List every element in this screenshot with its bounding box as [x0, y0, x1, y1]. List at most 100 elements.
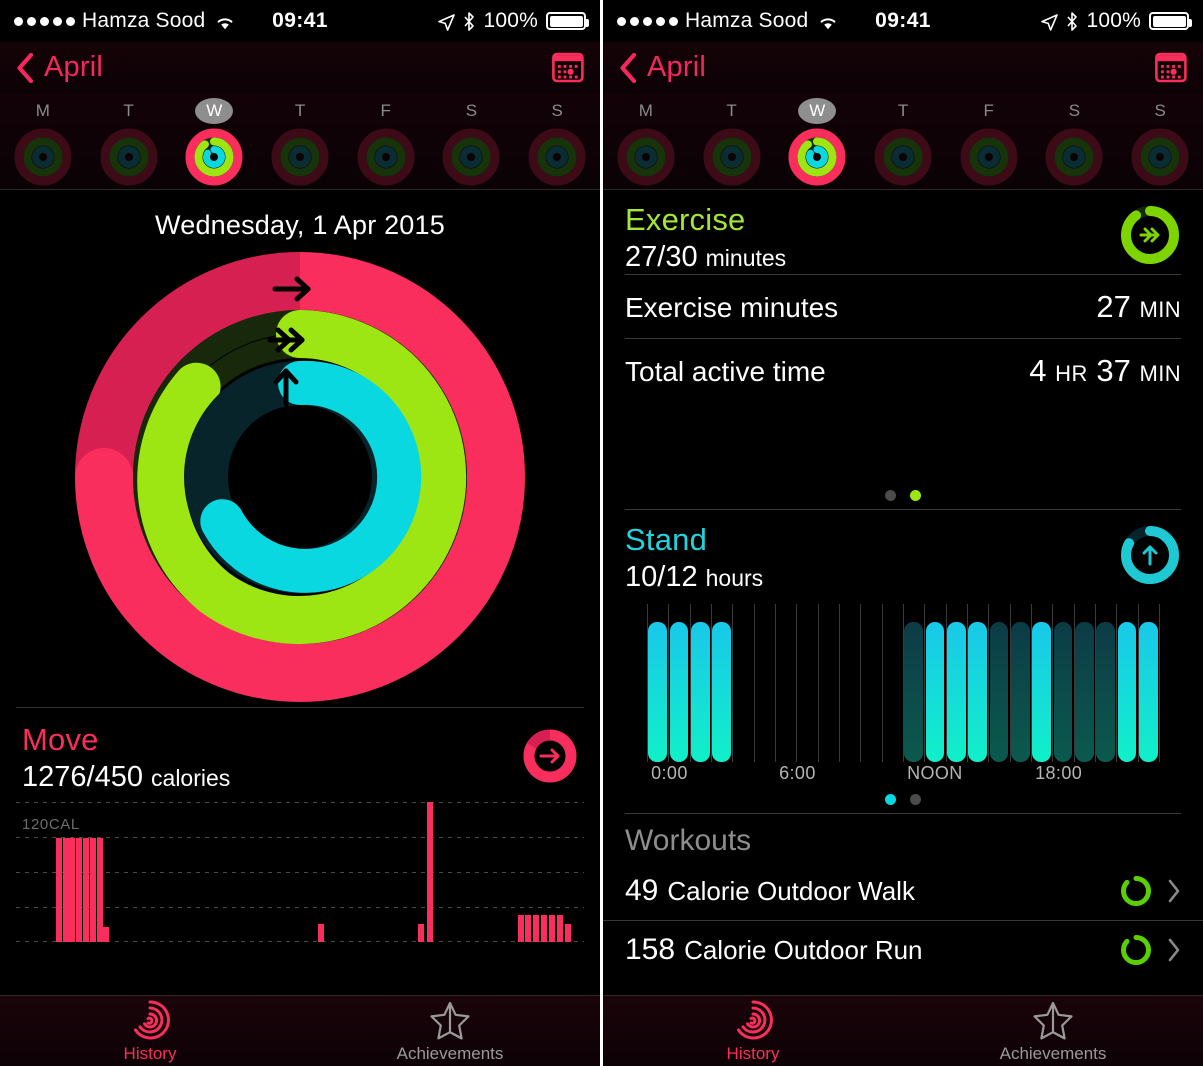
total-active-hours: 4	[1029, 353, 1047, 388]
week-day-ring-inactive	[703, 128, 761, 186]
tab-achievements-label: Achievements	[999, 1043, 1107, 1063]
calendar-icon[interactable]	[1155, 52, 1187, 83]
stand-chart-gridline	[775, 604, 776, 762]
tab-history-label: History	[726, 1043, 780, 1063]
stand-chart-bar	[946, 622, 966, 762]
exercise-page-dots[interactable]	[625, 480, 1181, 509]
week-day-ring-inactive	[874, 128, 932, 186]
page-dot-1[interactable]	[910, 794, 921, 805]
total-active-time-value: 4 HR 37 MIN	[1029, 353, 1181, 389]
exercise-card-header: Exercise 27/30 minutes	[625, 190, 1181, 274]
stand-chart-bar	[925, 622, 945, 762]
tab-achievements[interactable]: Achievements	[903, 999, 1203, 1064]
week-day-letter: W	[195, 98, 234, 124]
workout-row-0[interactable]: 49 Calorie Outdoor Walk	[603, 862, 1203, 920]
week-day-ring-inactive	[960, 128, 1018, 186]
week-day-4[interactable]: F	[343, 98, 429, 186]
stand-chart: 0:00 6:00 NOON 18:00	[647, 604, 1160, 784]
calendar-icon[interactable]	[552, 52, 584, 83]
activity-rings[interactable]	[0, 247, 600, 707]
stand-unit: hours	[705, 565, 764, 591]
move-chart-bar	[83, 838, 90, 942]
stand-chart-axis-label: 6:00	[779, 763, 816, 783]
week-strip-right: M T W T F S S	[603, 93, 1203, 190]
stand-chart-gridline	[1159, 604, 1160, 762]
left-screen: Hamza Sood 09:41 100% April M T W T F S …	[0, 0, 600, 1066]
battery-icon	[1149, 12, 1192, 30]
week-day-3[interactable]: T	[257, 98, 343, 186]
workout-name: Calorie Outdoor Run	[684, 934, 923, 965]
back-button-april[interactable]: April	[16, 51, 103, 84]
move-chart-bar	[426, 802, 433, 942]
right-screen: Hamza Sood 09:41 100% April M T W T F S …	[603, 0, 1203, 1066]
stand-chart-bar	[904, 622, 924, 762]
status-bar-left-group: Hamza Sood	[617, 9, 838, 33]
status-bar-right-group: 100%	[1041, 9, 1192, 33]
week-day-0[interactable]: M	[603, 98, 689, 186]
move-values: 1276/450 calories	[22, 761, 522, 794]
move-chart-bar	[55, 838, 62, 942]
date-title: Wednesday, 1 Apr 2015	[155, 210, 445, 240]
stand-card: Stand 10/12 hours 0:00 6:00 NOON 18:00	[603, 510, 1203, 813]
week-day-letter: S	[1068, 101, 1081, 120]
page-dot-0[interactable]	[885, 794, 896, 805]
move-value: 1276/450	[22, 761, 143, 793]
page-dot-1[interactable]	[910, 490, 921, 501]
stand-chart-bar	[690, 622, 710, 762]
back-button-april[interactable]: April	[619, 51, 706, 84]
week-day-4[interactable]: F	[946, 98, 1032, 186]
stand-chart-axis-label: 18:00	[1035, 763, 1083, 783]
tab-history-label: History	[123, 1043, 177, 1063]
week-day-2-selected[interactable]: W	[171, 98, 257, 186]
week-day-0[interactable]: M	[0, 98, 86, 186]
signal-strength-dots	[617, 16, 678, 26]
star-icon	[1032, 999, 1074, 1041]
week-day-6[interactable]: S	[1117, 98, 1203, 186]
week-day-5[interactable]: S	[1032, 98, 1118, 186]
exercise-card-spacer	[625, 402, 1181, 480]
stand-ring-button[interactable]	[1119, 524, 1181, 586]
move-chart-bar	[89, 838, 96, 942]
location-arrow-icon	[438, 13, 456, 31]
move-detail-button[interactable]	[522, 728, 578, 784]
exercise-minutes-number: 27	[1096, 289, 1131, 324]
stand-chart-gridline	[732, 604, 734, 762]
stand-page-dots[interactable]	[625, 784, 1181, 813]
stand-chart-axis-label: NOON	[907, 763, 963, 783]
move-chart-bar	[549, 915, 556, 942]
week-day-5[interactable]: S	[429, 98, 515, 186]
week-day-2-selected[interactable]: W	[774, 98, 860, 186]
exercise-minutes-unit: MIN	[1139, 297, 1181, 322]
exercise-ring-button[interactable]	[1119, 204, 1181, 266]
week-day-3[interactable]: T	[860, 98, 946, 186]
week-day-letter: T	[294, 101, 306, 120]
history-spiral-icon	[732, 999, 774, 1041]
workouts-title: Workouts	[625, 824, 752, 857]
back-button-label: April	[647, 51, 707, 83]
tab-history[interactable]: History	[603, 999, 903, 1064]
stand-chart-gridline	[860, 604, 862, 762]
workout-row-1[interactable]: 158 Calorie Outdoor Run	[603, 920, 1203, 979]
chevron-left-icon	[16, 52, 34, 83]
exercise-text-group: Exercise 27/30 minutes	[625, 202, 1119, 274]
exercise-minutes-row: Exercise minutes 27 MIN	[625, 274, 1181, 338]
week-day-1[interactable]: T	[86, 98, 172, 186]
week-day-1[interactable]: T	[689, 98, 775, 186]
status-bar-right-group: 100%	[438, 9, 589, 33]
week-day-ring-inactive	[271, 128, 329, 186]
chevron-right-icon	[1167, 879, 1181, 903]
week-day-6[interactable]: S	[514, 98, 600, 186]
tab-history[interactable]: History	[0, 999, 300, 1064]
tab-achievements[interactable]: Achievements	[300, 999, 600, 1064]
move-chart-bar	[103, 926, 110, 942]
tab-achievements-label: Achievements	[396, 1043, 504, 1063]
stand-chart-bar	[1096, 622, 1116, 762]
week-day-letter: F	[983, 101, 994, 120]
move-card-header: Move 1276/450 calories	[0, 708, 600, 794]
history-spiral-icon	[129, 999, 171, 1041]
page-dot-0[interactable]	[885, 490, 896, 501]
stand-chart-axis-label: 0:00	[651, 763, 688, 783]
week-day-letter: F	[380, 101, 391, 120]
stand-chart-bar	[712, 622, 732, 762]
carrier-label: Hamza Sood	[685, 9, 809, 32]
